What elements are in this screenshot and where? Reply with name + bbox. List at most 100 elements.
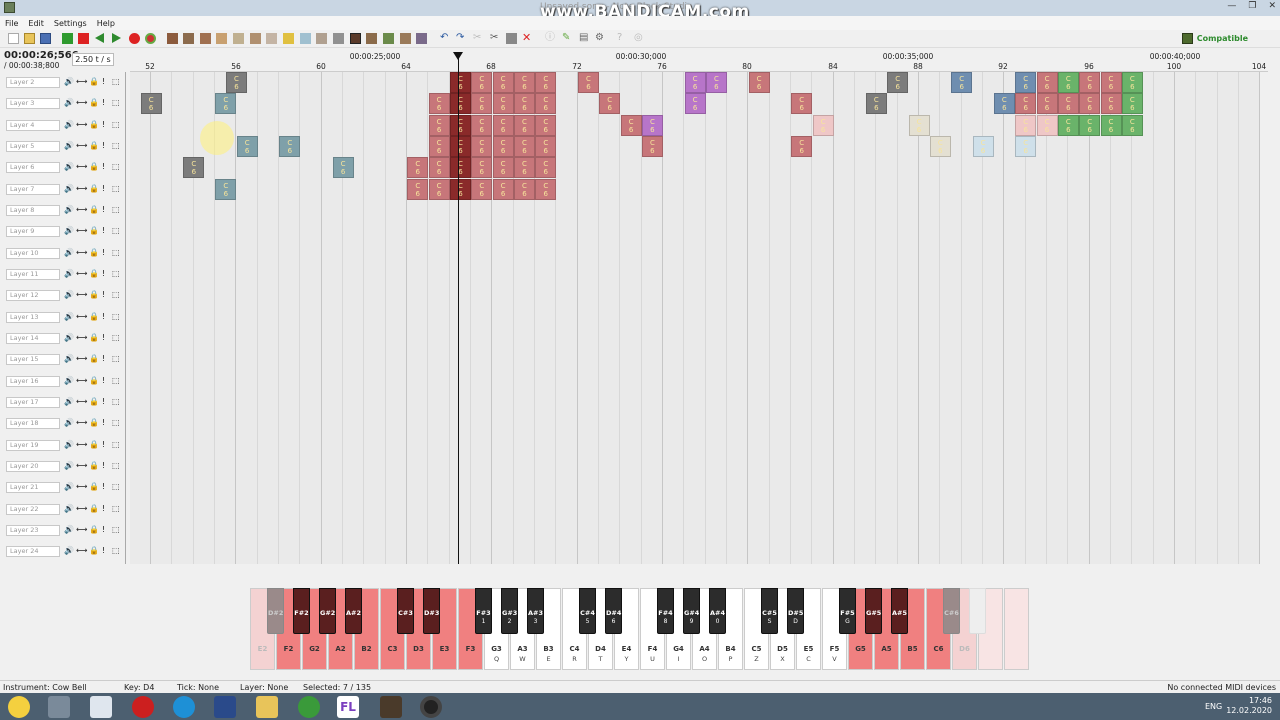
note-block[interactable]: C 6: [428, 135, 450, 157]
record-parts-icon[interactable]: [145, 33, 156, 44]
note-block[interactable]: C 6: [428, 114, 450, 136]
layer-name-field[interactable]: Layer 20: [6, 460, 60, 472]
note-block[interactable]: C 6: [513, 114, 535, 136]
volume-icon[interactable]: 🔊: [64, 482, 74, 491]
stereo-icon[interactable]: ⟷: [76, 333, 87, 342]
volume-icon[interactable]: 🔊: [64, 354, 74, 363]
select-all-icon[interactable]: ⬚: [112, 440, 120, 449]
volume-icon[interactable]: 🔊: [64, 440, 74, 449]
save-app-icon[interactable]: [214, 696, 236, 718]
piano-black-key[interactable]: C#5 S: [761, 588, 778, 634]
solo-icon[interactable]: !: [102, 397, 105, 406]
lock-icon[interactable]: 🔒: [89, 120, 99, 129]
note-grid[interactable]: C 6C 6C 6C 6C 6C 6C 6C 6C 6C 6C 6C 6C 6C…: [130, 72, 1260, 564]
layer-name-field[interactable]: Layer 4: [6, 119, 60, 131]
undo-icon[interactable]: ↶: [440, 33, 451, 44]
solo-icon[interactable]: !: [102, 312, 105, 321]
note-block[interactable]: C 6: [471, 72, 493, 93]
layer-name-field[interactable]: Layer 21: [6, 482, 60, 494]
note-block[interactable]: C 6: [225, 72, 247, 93]
piano-black-key[interactable]: G#3 2: [501, 588, 518, 634]
note-block[interactable]: C 6: [449, 72, 471, 93]
note-block[interactable]: C 6: [492, 72, 514, 93]
solo-icon[interactable]: !: [102, 376, 105, 385]
edit-properties-icon[interactable]: ✎: [562, 33, 573, 44]
note-block[interactable]: C 6: [908, 114, 930, 136]
instrument-banjo-icon[interactable]: [400, 33, 411, 44]
instrument-guitar-icon[interactable]: [250, 33, 261, 44]
solo-icon[interactable]: !: [102, 504, 105, 513]
lock-icon[interactable]: 🔒: [89, 205, 99, 214]
lock-icon[interactable]: 🔒: [89, 98, 99, 107]
note-block[interactable]: C 6: [1015, 135, 1037, 157]
stereo-icon[interactable]: ⟷: [76, 162, 87, 171]
search-app-icon[interactable]: [48, 696, 70, 718]
note-block[interactable]: C 6: [1079, 93, 1101, 115]
layer-name-field[interactable]: Layer 10: [6, 247, 60, 259]
lock-icon[interactable]: 🔒: [89, 504, 99, 513]
piano-black-key[interactable]: [969, 588, 986, 634]
note-block[interactable]: C 6: [471, 157, 493, 179]
lock-icon[interactable]: 🔒: [89, 525, 99, 534]
piano-black-key[interactable]: G#2: [319, 588, 336, 634]
settings-icon[interactable]: ⚙: [595, 33, 606, 44]
note-block[interactable]: C 6: [1057, 72, 1079, 93]
volume-icon[interactable]: 🔊: [64, 461, 74, 470]
select-all-icon[interactable]: ⬚: [112, 397, 120, 406]
lock-icon[interactable]: 🔒: [89, 461, 99, 470]
piano-black-key[interactable]: F#2: [293, 588, 310, 634]
note-block[interactable]: C 6: [1079, 72, 1101, 93]
select-all-icon[interactable]: ⬚: [112, 226, 120, 235]
stereo-icon[interactable]: ⟷: [76, 482, 87, 491]
solo-icon[interactable]: !: [102, 77, 105, 86]
stereo-icon[interactable]: ⟷: [76, 205, 87, 214]
note-block[interactable]: C 6: [407, 178, 429, 200]
piano-black-key[interactable]: D#5 D: [787, 588, 804, 634]
instrument-bit-icon[interactable]: [383, 33, 394, 44]
note-block[interactable]: C 6: [929, 135, 951, 157]
solo-icon[interactable]: !: [102, 482, 105, 491]
stereo-icon[interactable]: ⟷: [76, 141, 87, 150]
layer-name-field[interactable]: Layer 16: [6, 375, 60, 387]
volume-icon[interactable]: 🔊: [64, 141, 74, 150]
stereo-icon[interactable]: ⟷: [76, 461, 87, 470]
note-block[interactable]: C 6: [1100, 72, 1122, 93]
piano-black-key[interactable]: D#3: [423, 588, 440, 634]
solo-icon[interactable]: !: [102, 269, 105, 278]
bandicam-record-icon[interactable]: [420, 696, 442, 718]
opera-icon[interactable]: [132, 696, 154, 718]
lock-icon[interactable]: 🔒: [89, 354, 99, 363]
note-block[interactable]: C 6: [1100, 93, 1122, 115]
layer-name-field[interactable]: Layer 19: [6, 439, 60, 451]
layer-name-field[interactable]: Layer 3: [6, 98, 60, 110]
note-block[interactable]: C 6: [215, 178, 237, 200]
layer-name-field[interactable]: Layer 8: [6, 204, 60, 216]
volume-icon[interactable]: 🔊: [64, 162, 74, 171]
stats-icon[interactable]: ▤: [579, 33, 590, 44]
select-all-icon[interactable]: ⬚: [112, 184, 120, 193]
layer-name-field[interactable]: Layer 12: [6, 290, 60, 302]
scissors-icon[interactable]: ✂: [490, 33, 501, 44]
lock-icon[interactable]: 🔒: [89, 333, 99, 342]
select-all-icon[interactable]: ⬚: [112, 205, 120, 214]
instrument-snare-icon[interactable]: [216, 33, 227, 44]
instrument-didgeridoo-icon[interactable]: [366, 33, 377, 44]
volume-icon[interactable]: 🔊: [64, 77, 74, 86]
piano-black-key[interactable]: G#5: [865, 588, 882, 634]
note-block[interactable]: C 6: [513, 157, 535, 179]
solo-icon[interactable]: !: [102, 184, 105, 193]
stereo-icon[interactable]: ⟷: [76, 248, 87, 257]
note-block[interactable]: C 6: [1121, 72, 1143, 93]
info-icon[interactable]: ⓘ: [545, 33, 556, 44]
piano-black-key[interactable]: F#5 G: [839, 588, 856, 634]
volume-icon[interactable]: 🔊: [64, 504, 74, 513]
solo-icon[interactable]: !: [102, 418, 105, 427]
note-block[interactable]: C 6: [1079, 114, 1101, 136]
select-all-icon[interactable]: ⬚: [112, 354, 120, 363]
note-block[interactable]: C 6: [1100, 114, 1122, 136]
note-block[interactable]: C 6: [513, 72, 535, 93]
volume-icon[interactable]: 🔊: [64, 226, 74, 235]
select-all-icon[interactable]: ⬚: [112, 269, 120, 278]
instrument-drum-icon[interactable]: [200, 33, 211, 44]
piano-black-key[interactable]: C#3: [397, 588, 414, 634]
